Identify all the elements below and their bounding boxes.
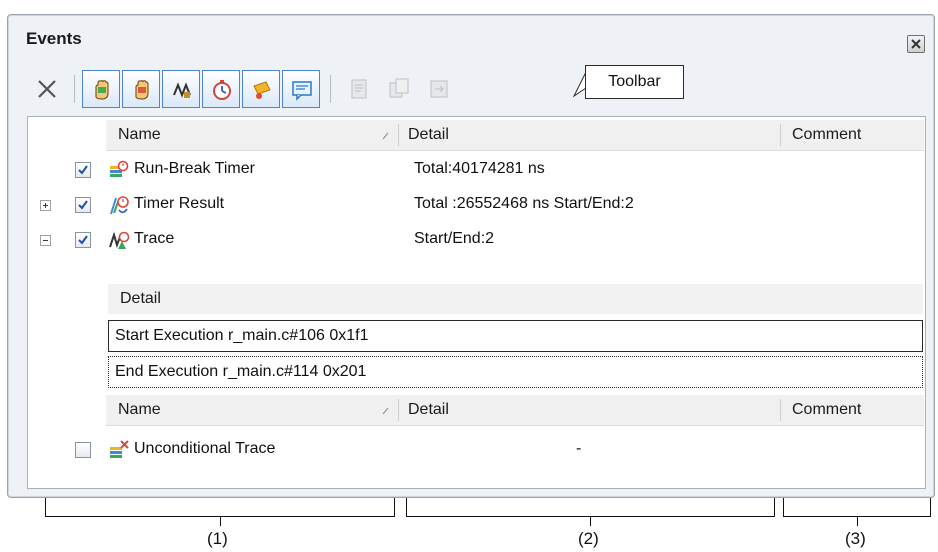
column-separator xyxy=(780,124,781,146)
header-comment[interactable]: Comment xyxy=(792,126,861,144)
event-name: Unconditional Trace xyxy=(134,440,276,457)
unconditional-trace-icon xyxy=(110,440,129,458)
header-detail[interactable]: Detail xyxy=(408,126,449,144)
bracket-1 xyxy=(45,498,395,526)
event-name: Trace xyxy=(134,230,175,247)
header-comment[interactable]: Comment xyxy=(792,401,861,419)
sort-indicator-icon xyxy=(382,407,389,415)
bracket-tick xyxy=(857,516,858,526)
header-name[interactable]: Name xyxy=(118,126,161,144)
event-checkbox[interactable] xyxy=(75,442,91,458)
bracket-tick xyxy=(220,516,221,526)
run-break-timer-icon xyxy=(110,160,129,177)
collapse-icon[interactable] xyxy=(40,235,51,246)
bracket-tick xyxy=(590,516,591,526)
panel-title: Events xyxy=(26,29,82,48)
toolbar-separator xyxy=(330,75,331,103)
title-bar: Events xyxy=(8,15,934,53)
event-name: Timer Result xyxy=(134,195,225,212)
sort-indicator-icon xyxy=(382,132,389,140)
toolbar-separator xyxy=(74,75,75,103)
column-separator xyxy=(398,399,399,421)
event-detail: Total :26552468 ns Start/End:2 xyxy=(414,195,634,212)
action-event-icon[interactable] xyxy=(242,70,280,108)
timer-icon[interactable] xyxy=(202,70,240,108)
annotation-label-3: (3) xyxy=(845,529,866,548)
event-row[interactable]: Unconditional Trace - xyxy=(28,435,923,465)
jump-icon[interactable] xyxy=(420,70,458,108)
bracket-3 xyxy=(783,498,931,526)
software-break-icon[interactable] xyxy=(122,70,160,108)
trace-detail-header-label: Detail xyxy=(120,290,161,307)
annotation-label-1: (1) xyxy=(207,529,228,548)
events-list: Name Detail Comment Run-Break Timer Tota… xyxy=(27,116,926,489)
export-icon[interactable] xyxy=(380,70,418,108)
close-icon[interactable] xyxy=(907,35,925,53)
annotation-label-2: (2) xyxy=(578,529,599,548)
column-separator xyxy=(398,124,399,146)
event-checkbox[interactable] xyxy=(75,197,91,213)
trace-detail-header: Detail xyxy=(108,284,923,314)
trace-detail-text: Start Execution r_main.c#106 0x1f1 xyxy=(115,327,369,344)
event-row[interactable]: Trace Start/End:2 xyxy=(28,225,923,255)
trace-icon xyxy=(109,231,130,249)
event-checkbox[interactable] xyxy=(75,232,91,248)
trace-detail-text: End Execution r_main.c#114 0x201 xyxy=(115,363,367,380)
event-row[interactable]: Timer Result Total :26552468 ns Start/En… xyxy=(28,190,923,220)
toolbar-callout: Toolbar xyxy=(572,58,685,113)
column-header: Name Detail Comment xyxy=(106,120,924,151)
import-icon[interactable] xyxy=(340,70,378,108)
expand-icon[interactable] xyxy=(40,200,51,211)
header-name[interactable]: Name xyxy=(118,401,161,419)
event-row[interactable]: Run-Break Timer Total:40174281 ns xyxy=(28,155,923,185)
events-panel: Events Toolbar Name Detail Comment Run-B… xyxy=(7,14,935,498)
trace-toolbar-icon[interactable] xyxy=(162,70,200,108)
bracket-2 xyxy=(406,498,775,526)
event-name: Run-Break Timer xyxy=(134,160,255,177)
event-checkbox[interactable] xyxy=(75,162,91,178)
timer-result-icon xyxy=(110,196,129,215)
column-header: Name Detail Comment xyxy=(106,395,924,426)
hardware-break-icon[interactable] xyxy=(82,70,120,108)
trace-detail-item[interactable]: Start Execution r_main.c#106 0x1f1 xyxy=(108,320,923,352)
comment-icon[interactable] xyxy=(282,70,320,108)
header-detail[interactable]: Detail xyxy=(408,401,449,419)
trace-detail-item[interactable]: End Execution r_main.c#114 0x201 xyxy=(108,356,923,388)
event-detail: Start/End:2 xyxy=(414,230,495,247)
event-detail: - xyxy=(576,440,582,457)
event-detail: Total:40174281 ns xyxy=(414,160,545,177)
callout-label: Toolbar xyxy=(585,65,684,99)
delete-icon[interactable] xyxy=(28,70,66,108)
column-separator xyxy=(780,399,781,421)
